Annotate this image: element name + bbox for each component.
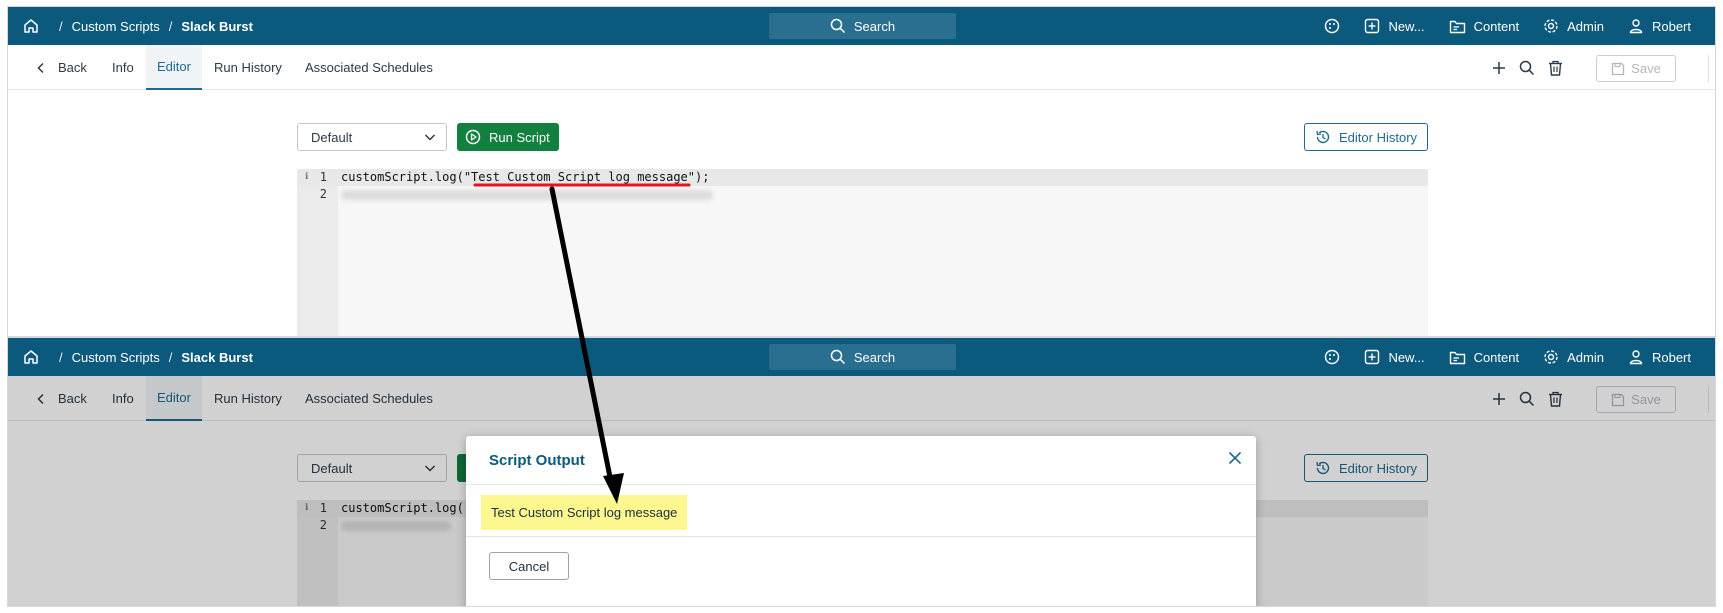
search-icon <box>830 349 845 365</box>
home-icon[interactable] <box>22 17 40 35</box>
top-right-menu: New... Content Admin Robert <box>1324 7 1691 45</box>
code-line[interactable]: 2 <box>297 186 1428 203</box>
admin-label: Admin <box>1567 18 1604 34</box>
global-search[interactable]: Search <box>769 13 956 39</box>
admin-button[interactable]: Admin <box>1543 349 1604 365</box>
new-label: New... <box>1388 18 1425 34</box>
chevron-left-icon <box>37 62 44 73</box>
global-search[interactable]: Search <box>769 344 956 370</box>
breadcrumb: / Custom Scripts / Slack Burst <box>22 7 253 45</box>
folder-icon <box>1449 351 1465 364</box>
subnav-actions <box>1492 45 1563 90</box>
tab-associated-schedules[interactable]: Associated Schedules <box>305 45 433 90</box>
palette-icon <box>1325 18 1340 34</box>
content-button[interactable]: Content <box>1449 349 1520 365</box>
gear-icon <box>1544 19 1558 33</box>
breadcrumb-separator: / <box>168 349 173 365</box>
breadcrumb-current: Slack Burst <box>181 349 253 365</box>
line-number: 2 <box>319 187 327 201</box>
tab-info[interactable]: Info <box>112 45 134 90</box>
palette-button[interactable] <box>1324 18 1340 34</box>
output-view-frame: / Custom Scripts / Slack Burst Search Ne… <box>7 337 1716 607</box>
user-label: Robert <box>1651 349 1691 365</box>
user-menu[interactable]: Robert <box>1628 349 1691 365</box>
magnifier-icon[interactable] <box>1519 60 1535 76</box>
save-label: Save <box>1631 61 1661 76</box>
editor-history-label: Editor History <box>1339 129 1418 145</box>
chevron-down-icon <box>424 134 436 141</box>
breadcrumb-current: Slack Burst <box>181 18 253 34</box>
top-navigation-bar: / Custom Scripts / Slack Burst Search Ne… <box>8 338 1715 376</box>
user-menu[interactable]: Robert <box>1628 18 1691 34</box>
save-button[interactable]: Save <box>1596 55 1676 82</box>
cancel-button[interactable]: Cancel <box>489 552 569 580</box>
user-label: Robert <box>1651 18 1691 34</box>
screenshot-canvas: / Custom Scripts / Slack Burst Search Ne… <box>0 0 1723 613</box>
top-navigation-bar: / Custom Scripts / Slack Burst Search Ne… <box>8 7 1715 45</box>
top-right-menu: New... Content Admin Robert <box>1324 338 1691 376</box>
script-output-text: Test Custom Script log message <box>481 495 688 530</box>
search-label: Search <box>853 349 896 365</box>
tab-editor-label: Editor <box>157 59 191 74</box>
user-icon <box>1629 19 1643 34</box>
code-line[interactable]: ℹ 1 customScript.log("Test Custom Script… <box>297 169 1428 186</box>
palette-icon <box>1325 349 1340 365</box>
plus-square-icon <box>1365 18 1380 34</box>
history-icon <box>1316 130 1330 144</box>
tab-info-label: Info <box>112 60 134 75</box>
editor-history-button[interactable]: Editor History <box>1304 123 1428 151</box>
redacted-code <box>341 190 713 200</box>
search-icon <box>830 18 845 34</box>
user-icon <box>1629 350 1643 365</box>
breadcrumb-custom-scripts[interactable]: Custom Scripts <box>72 350 160 365</box>
environment-select-value: Default <box>311 129 353 145</box>
content-label: Content <box>1473 349 1520 365</box>
tab-editor[interactable]: Editor <box>146 45 202 90</box>
script-output-modal: Script Output Test Custom Script log mes… <box>466 436 1256 606</box>
close-icon[interactable] <box>1228 451 1242 465</box>
editor-view-frame: / Custom Scripts / Slack Burst Search Ne… <box>7 6 1716 337</box>
search-label: Search <box>853 18 896 34</box>
new-button[interactable]: New... <box>1364 18 1425 34</box>
back-label: Back <box>58 60 87 75</box>
new-button[interactable]: New... <box>1364 349 1425 365</box>
code-text: customScript.log("Test Custom Script log… <box>341 170 710 184</box>
tab-run-history[interactable]: Run History <box>214 45 282 90</box>
environment-select[interactable]: Default <box>297 123 447 151</box>
modal-divider <box>466 536 1256 537</box>
modal-backdrop[interactable]: Script Output Test Custom Script log mes… <box>8 376 1715 606</box>
breadcrumb-separator: / <box>59 349 63 365</box>
code-editor[interactable]: ℹ 1 customScript.log("Test Custom Script… <box>297 169 1428 336</box>
content-button[interactable]: Content <box>1449 18 1520 34</box>
subnav-divider <box>1708 55 1709 82</box>
run-script-button[interactable]: Run Script <box>457 123 559 151</box>
palette-button[interactable] <box>1324 349 1340 365</box>
play-circle-icon <box>465 129 481 145</box>
trash-icon[interactable] <box>1548 60 1563 76</box>
tab-run-history-label: Run History <box>214 60 282 75</box>
breadcrumb-custom-scripts[interactable]: Custom Scripts <box>72 19 160 34</box>
line-number: 1 <box>319 170 327 184</box>
breadcrumb-separator: / <box>59 18 63 34</box>
modal-title: Script Output <box>489 452 585 469</box>
plus-square-icon <box>1365 349 1380 365</box>
breadcrumb: / Custom Scripts / Slack Burst <box>22 338 253 376</box>
admin-label: Admin <box>1567 349 1604 365</box>
admin-button[interactable]: Admin <box>1543 18 1604 34</box>
home-icon[interactable] <box>22 348 40 366</box>
save-icon <box>1612 62 1625 75</box>
plus-icon[interactable] <box>1492 61 1506 75</box>
modal-divider <box>466 484 1256 485</box>
gear-icon <box>1544 350 1558 364</box>
folder-icon <box>1449 20 1465 33</box>
back-button[interactable]: Back <box>36 45 87 90</box>
content-label: Content <box>1473 18 1520 34</box>
new-label: New... <box>1388 349 1425 365</box>
script-subnav: Back Info Editor Run History Associated … <box>8 45 1715 90</box>
tab-associated-schedules-label: Associated Schedules <box>305 60 433 75</box>
run-script-label: Run Script <box>489 129 550 145</box>
breadcrumb-separator: / <box>168 18 173 34</box>
